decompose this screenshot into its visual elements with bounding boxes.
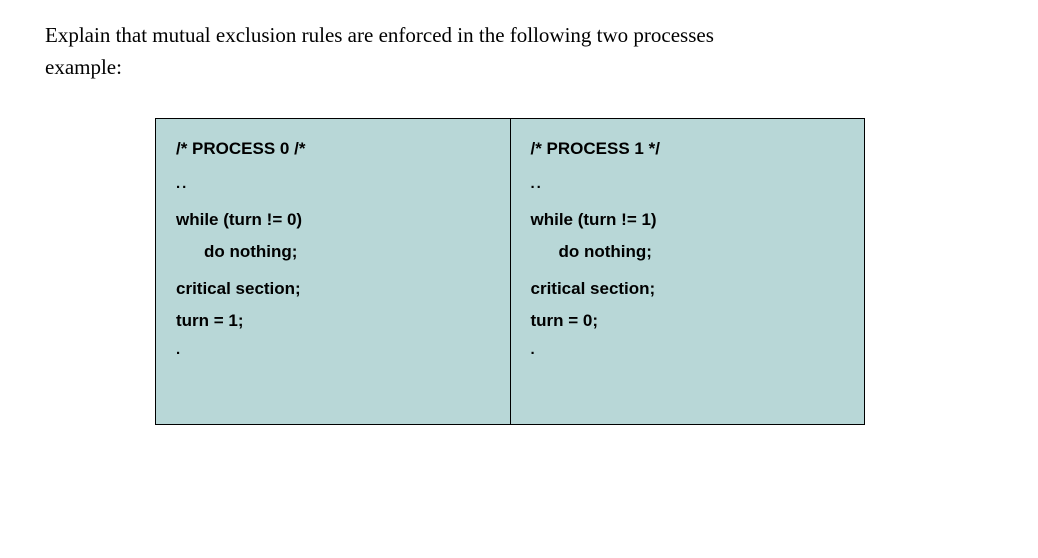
process-1-critical: critical section; (531, 273, 845, 304)
question-text: Explain that mutual exclusion rules are … (45, 20, 993, 83)
question-line1: Explain that mutual exclusion rules are … (45, 23, 714, 47)
process-1-cell: /* PROCESS 1 */ .. while (turn != 1) do … (510, 119, 865, 425)
process-0-header: /* PROCESS 0 /* (176, 133, 490, 164)
process-0-while: while (turn != 0) (176, 204, 490, 235)
process-0-assign: turn = 1; (176, 305, 490, 336)
process-1-dots: .. (531, 170, 845, 198)
process-1-trail: . (531, 336, 845, 364)
process-0-critical: critical section; (176, 273, 490, 304)
process-1-donothing: do nothing; (531, 236, 845, 267)
process-table: /* PROCESS 0 /* .. while (turn != 0) do … (155, 118, 865, 425)
process-0-donothing: do nothing; (176, 236, 490, 267)
process-0-trail: . (176, 336, 490, 364)
process-0-dots: .. (176, 170, 490, 198)
process-table-wrap: /* PROCESS 0 /* .. while (turn != 0) do … (155, 118, 865, 425)
process-1-header: /* PROCESS 1 */ (531, 133, 845, 164)
process-1-assign: turn = 0; (531, 305, 845, 336)
process-0-cell: /* PROCESS 0 /* .. while (turn != 0) do … (156, 119, 511, 425)
process-1-while: while (turn != 1) (531, 204, 845, 235)
question-line2: example: (45, 55, 122, 79)
